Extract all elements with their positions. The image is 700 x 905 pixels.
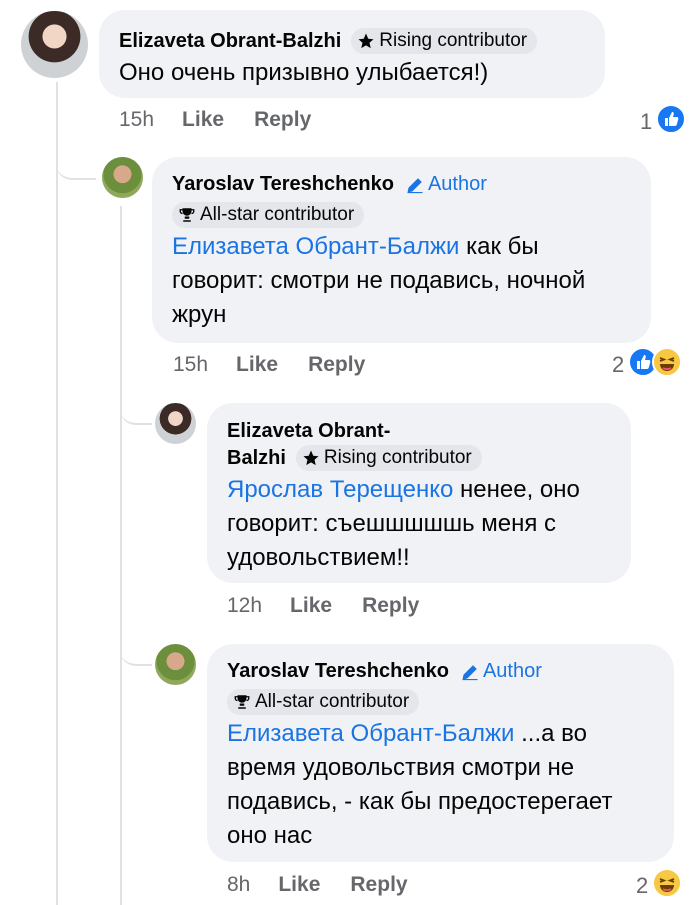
comment-actions-4: 8h Like Reply <box>227 873 408 897</box>
reaction-count: 1 <box>640 109 653 134</box>
comment-bubble-1: Elizaveta Obrant-Balzhi Rising contribut… <box>99 10 605 98</box>
star-icon <box>358 33 374 49</box>
comment-author-name[interactable]: Elizaveta Obrant- <box>227 417 611 445</box>
comment-bubble-3: Elizaveta Obrant- Balzhi Rising contribu… <box>207 403 631 583</box>
reply-button[interactable]: Reply <box>362 594 419 618</box>
author-badge-label: Author <box>482 660 542 682</box>
comment-text-line: ...а во <box>514 720 587 747</box>
comment-time[interactable]: 8h <box>227 873 250 897</box>
pencil-icon <box>462 664 478 680</box>
like-button[interactable]: Like <box>182 108 224 132</box>
comment-author-name[interactable]: Yaroslav Tereshchenko <box>227 660 449 683</box>
thread-elbow-2 <box>120 395 152 425</box>
comment-bubble-4: Yaroslav Tereshchenko Author All-star co… <box>207 644 674 862</box>
comment-text: Ярослав Терещенко ненее, оно говорит: съ… <box>227 473 611 575</box>
thread-line-nested <box>120 206 122 905</box>
comment-author-name-continued[interactable]: Balzhi <box>227 447 286 470</box>
comment-text-line: оно нас <box>227 822 313 849</box>
comment-actions-3: 12h Like Reply <box>227 594 419 618</box>
like-button[interactable]: Like <box>290 594 332 618</box>
comment-actions-2: 15h Like Reply <box>173 353 365 377</box>
reactions-summary-4[interactable]: 2 <box>636 868 683 904</box>
reaction-count: 2 <box>612 352 625 377</box>
comment-text-line: как бы <box>459 233 539 260</box>
thread-line-main <box>56 82 58 905</box>
mention-link[interactable]: Елизавета Обрант-Балжи <box>227 720 514 747</box>
thread-elbow-1 <box>56 150 96 180</box>
star-icon <box>303 450 319 466</box>
mention-link[interactable]: Ярослав Терещенко <box>227 476 453 503</box>
comment-time[interactable]: 15h <box>119 108 154 132</box>
comment-text-line: говорит: съешшшшшь меня с <box>227 510 557 537</box>
haha-reaction-icon <box>652 347 683 383</box>
pencil-icon <box>407 177 423 193</box>
badge-label: Rising contributor <box>323 447 472 468</box>
badge-label: All-star contributor <box>255 691 410 712</box>
reply-button[interactable]: Reply <box>308 353 365 377</box>
badge-label: All-star contributor <box>200 204 355 225</box>
reply-button[interactable]: Reply <box>350 873 407 897</box>
avatar-elizaveta[interactable] <box>155 403 196 444</box>
author-badge: Author <box>461 660 542 683</box>
trophy-icon <box>179 208 195 222</box>
like-button[interactable]: Like <box>236 353 278 377</box>
like-reaction-icon <box>656 104 687 140</box>
comment-text: Елизавета Обрант-Балжи как бы говорит: с… <box>172 230 631 332</box>
comment-actions-1: 15h Like Reply <box>119 108 311 132</box>
trophy-icon <box>234 695 250 709</box>
comment-text-line: подавись, - как бы предостерегает <box>227 788 613 815</box>
comment-time[interactable]: 15h <box>173 353 208 377</box>
all-star-contributor-badge: All-star contributor <box>227 689 420 715</box>
avatar-elizaveta[interactable] <box>21 11 88 78</box>
all-star-contributor-badge: All-star contributor <box>172 202 365 228</box>
rising-contributor-badge: Rising contributor <box>351 28 538 54</box>
comment-author-name[interactable]: Elizaveta Obrant-Balzhi <box>119 30 341 53</box>
mention-link[interactable]: Елизавета Обрант-Балжи <box>172 233 459 260</box>
author-badge-label: Author <box>427 173 487 195</box>
badge-label: Rising contributor <box>379 30 528 51</box>
reactions-summary-1[interactable]: 1 <box>640 104 687 140</box>
comment-text-line: время удовольствия смотри не <box>227 754 575 781</box>
comment-text-line: ненее, оно <box>453 476 580 503</box>
rising-contributor-badge: Rising contributor <box>295 445 482 471</box>
comment-bubble-2: Yaroslav Tereshchenko Author All-star co… <box>152 157 651 343</box>
avatar-yaroslav[interactable] <box>102 157 143 198</box>
comment-text-line: удовольствием!! <box>227 544 410 571</box>
reply-button[interactable]: Reply <box>254 108 311 132</box>
thread-elbow-3 <box>120 636 152 666</box>
reactions-summary-2[interactable]: 2 <box>612 347 683 383</box>
avatar-yaroslav[interactable] <box>155 644 196 685</box>
like-button[interactable]: Like <box>278 873 320 897</box>
comment-time[interactable]: 12h <box>227 594 262 618</box>
comment-text: Елизавета Обрант-Балжи ...а во время удо… <box>227 717 654 853</box>
author-badge: Author <box>406 173 487 196</box>
comment-text: Оно очень призывно улыбается!) <box>119 59 489 86</box>
comment-text-line: жрун <box>172 301 227 328</box>
comment-author-name[interactable]: Yaroslav Tereshchenko <box>172 173 394 196</box>
haha-reaction-icon <box>652 868 683 904</box>
comment-text-line: говорит: смотри не подавись, ночной <box>172 267 586 294</box>
reaction-count: 2 <box>636 873 649 898</box>
